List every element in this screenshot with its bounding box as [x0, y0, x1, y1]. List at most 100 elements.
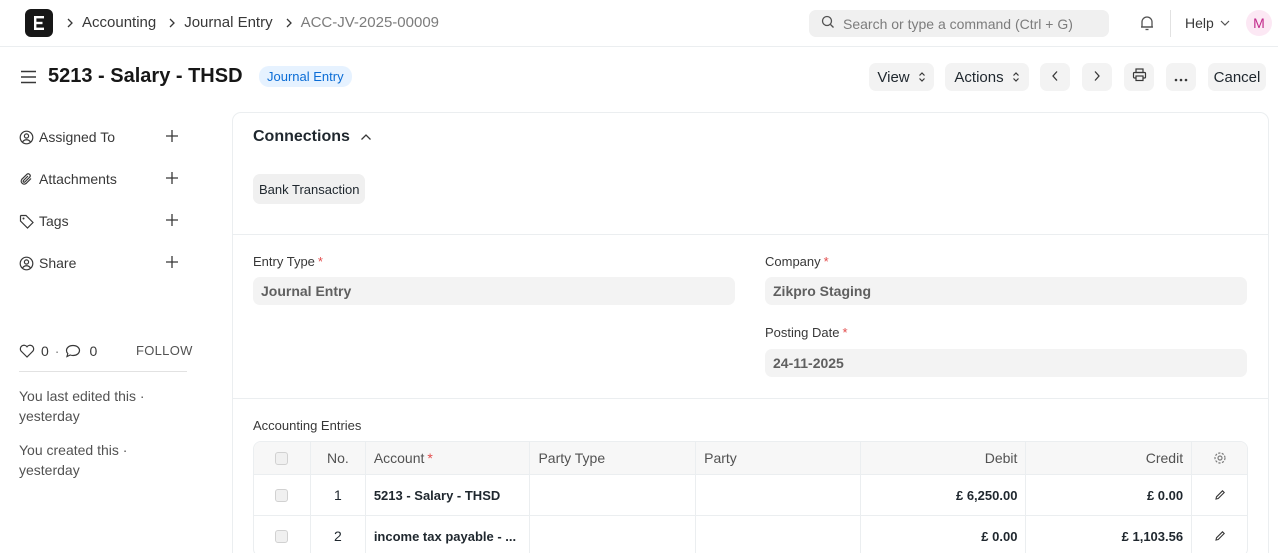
chevron-right-icon — [168, 18, 176, 28]
company-field[interactable]: Zikpro Staging — [765, 277, 1247, 305]
chevron-right-icon — [66, 18, 74, 28]
select-all-cell — [254, 442, 310, 474]
search-bar[interactable] — [809, 10, 1109, 37]
accounting-entries-table: No. Account * Party Type Party Debit Cred… — [253, 441, 1248, 553]
plus-icon[interactable] — [165, 171, 179, 185]
erpnext-logo-icon — [34, 16, 44, 30]
comment-icon[interactable] — [65, 344, 81, 358]
search-input[interactable] — [843, 15, 1093, 32]
actions-button[interactable]: Actions — [945, 63, 1029, 91]
tag-icon — [19, 214, 35, 229]
assign-icon — [19, 130, 35, 145]
comments-count: 0 — [89, 343, 98, 359]
engagement-stats: 0 · 0 — [19, 343, 97, 359]
share-icon — [19, 256, 35, 271]
app-logo[interactable] — [25, 9, 53, 37]
required-mark: * — [427, 450, 433, 466]
accounting-entries-label: Accounting Entries — [253, 418, 362, 433]
connections-section-header[interactable]: Connections — [253, 128, 372, 146]
chevron-up-down-icon — [1012, 71, 1020, 83]
entry-type-label: Entry Type * — [253, 254, 323, 269]
search-icon — [821, 15, 835, 32]
next-doc-button[interactable] — [1082, 63, 1112, 91]
navbar-divider — [1170, 10, 1171, 37]
row-party[interactable] — [695, 516, 860, 553]
sidebar-item-label: Assigned To — [39, 129, 116, 145]
paperclip-icon — [19, 172, 35, 187]
row-no: 2 — [309, 516, 365, 553]
table-row[interactable]: 1 5213 - Salary - THSD £ 6,250.00 £ 0.00 — [254, 474, 1247, 515]
table-header-row: No. Account * Party Type Party Debit Cred… — [254, 442, 1247, 474]
chevron-down-icon — [1220, 19, 1230, 27]
posting-date-field[interactable]: 24-11-2025 — [765, 349, 1247, 377]
sidebar-item-tags[interactable]: Tags — [19, 211, 189, 231]
row-checkbox[interactable] — [275, 529, 289, 543]
chevron-right-icon — [285, 18, 293, 28]
row-party[interactable] — [695, 475, 860, 515]
required-mark: * — [317, 254, 323, 269]
edit-pencil-icon[interactable] — [1214, 530, 1226, 542]
separator-dot: · — [54, 343, 60, 359]
plus-icon[interactable] — [165, 129, 179, 143]
connection-chip-bank-transaction[interactable]: Bank Transaction — [253, 174, 366, 204]
sidebar-item-share[interactable]: Share — [19, 253, 189, 273]
row-debit[interactable]: £ 0.00 — [859, 516, 1026, 553]
heart-icon[interactable] — [19, 344, 35, 358]
likes-count: 0 — [41, 343, 49, 359]
posting-date-label: Posting Date * — [765, 325, 848, 340]
follow-button[interactable]: FOLLOW — [136, 343, 193, 358]
sidebar-item-label: Share — [39, 255, 77, 271]
notification-bell-icon[interactable] — [1138, 14, 1156, 35]
entry-type-label-text: Entry Type — [253, 254, 315, 269]
row-select-cell — [254, 516, 310, 553]
cancel-button[interactable]: Cancel — [1208, 63, 1266, 91]
print-button[interactable] — [1124, 63, 1154, 91]
more-options-button[interactable] — [1166, 63, 1196, 91]
breadcrumb-item-accounting[interactable]: Accounting — [66, 14, 156, 31]
help-dropdown[interactable]: Help — [1185, 15, 1230, 31]
header-debit: Debit — [859, 442, 1026, 474]
printer-icon — [1132, 68, 1147, 86]
table-row[interactable]: 2 income tax payable - ... £ 0.00 £ 1,10… — [254, 515, 1247, 553]
header-account: Account * — [364, 442, 530, 474]
activity-created: You created this · yesterday — [19, 442, 128, 478]
breadcrumb-item-journal-entry[interactable]: Journal Entry — [168, 14, 273, 31]
sidebar-item-label: Tags — [39, 213, 69, 229]
view-button[interactable]: View — [869, 63, 934, 91]
status-badge: Journal Entry — [259, 66, 352, 87]
sidebar-divider — [19, 371, 187, 372]
chevron-left-icon — [1051, 69, 1059, 86]
plus-icon[interactable] — [165, 213, 179, 227]
sidebar-item-attachments[interactable]: Attachments — [19, 169, 189, 189]
header-no: No. — [309, 442, 365, 474]
chevron-right-icon — [1093, 69, 1101, 86]
page-title: 5213 - Salary - THSD — [48, 65, 243, 87]
row-account[interactable]: income tax payable - ... — [364, 516, 530, 553]
entry-type-field[interactable]: Journal Entry — [253, 277, 735, 305]
sidebar-item-assigned-to[interactable]: Assigned To — [19, 127, 189, 147]
chevron-up-down-icon — [918, 71, 926, 83]
row-credit[interactable]: £ 0.00 — [1025, 475, 1191, 515]
breadcrumb-label: Journal Entry — [184, 14, 273, 31]
sidebar-item-label: Attachments — [39, 171, 117, 187]
chevron-up-icon — [360, 133, 372, 141]
section-divider — [233, 398, 1268, 399]
select-all-checkbox[interactable] — [275, 451, 289, 465]
edit-pencil-icon[interactable] — [1214, 489, 1226, 501]
sidebar-toggle-icon[interactable] — [20, 69, 37, 88]
plus-icon[interactable] — [165, 255, 179, 269]
row-party-type[interactable] — [529, 516, 695, 553]
row-debit[interactable]: £ 6,250.00 — [859, 475, 1026, 515]
gear-icon[interactable] — [1213, 451, 1227, 465]
row-credit[interactable]: £ 1,103.56 — [1025, 516, 1191, 553]
row-party-type[interactable] — [529, 475, 695, 515]
header-party: Party — [695, 442, 860, 474]
previous-doc-button[interactable] — [1040, 63, 1070, 91]
breadcrumb-label: ACC-JV-2025-00009 — [300, 14, 440, 31]
breadcrumb-item-current[interactable]: ACC-JV-2025-00009 — [285, 14, 439, 31]
row-checkbox[interactable] — [275, 488, 289, 502]
ellipsis-icon — [1174, 69, 1188, 86]
section-divider — [233, 234, 1268, 235]
row-account[interactable]: 5213 - Salary - THSD — [364, 475, 530, 515]
avatar[interactable]: M — [1246, 10, 1272, 36]
